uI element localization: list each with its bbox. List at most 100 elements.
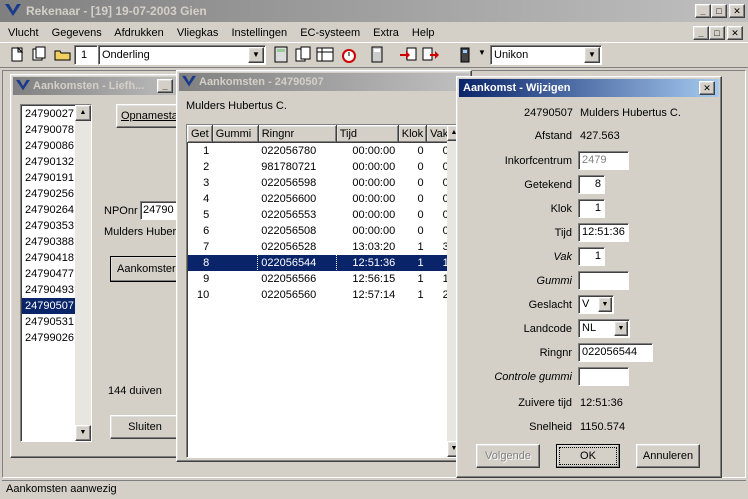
list-item[interactable]: 24790388 xyxy=(22,234,76,250)
scroll-up-icon[interactable]: ▲ xyxy=(75,105,91,121)
calculator2-icon[interactable] xyxy=(366,44,388,66)
table-row[interactable]: 1 022056780 00:00:00 0 0 xyxy=(188,143,452,159)
chevron-down-icon[interactable]: ▼ xyxy=(614,321,628,336)
klok-field[interactable]: 1 xyxy=(578,199,605,218)
device-combo[interactable]: Unikon ▼ xyxy=(490,45,602,65)
count-field[interactable]: 1 xyxy=(74,45,98,65)
list-item[interactable]: 24790264 xyxy=(22,202,76,218)
table-row[interactable]: 4 022056600 00:00:00 0 0 xyxy=(188,191,452,207)
menu-vlucht[interactable]: Vlucht xyxy=(8,27,39,39)
controle-gummi-field[interactable] xyxy=(578,367,629,386)
import-icon[interactable] xyxy=(398,44,420,66)
table-row[interactable]: 10 022056560 12:57:14 1 2 xyxy=(188,287,452,303)
ringnr-field[interactable]: 022056544 xyxy=(578,343,653,362)
annuleren-button[interactable]: Annuleren xyxy=(636,444,700,468)
column-header[interactable]: Get xyxy=(187,125,213,143)
opnamestaat-button[interactable]: Opnamesta xyxy=(116,104,180,128)
getekend-field[interactable]: 8 xyxy=(578,175,605,194)
column-header[interactable]: Gummi xyxy=(211,125,259,143)
mdi-close-button[interactable]: ✕ xyxy=(727,26,743,40)
loft-number-list[interactable]: 24790027 24790078 24790086 24790132 24790191… xyxy=(20,104,92,442)
arrivals-list-minimize-button[interactable]: _ xyxy=(157,79,173,93)
chevron-down-icon[interactable]: ▼ xyxy=(584,47,600,63)
table-cell: 0 xyxy=(417,208,424,221)
menu-help[interactable]: Help xyxy=(412,27,435,39)
table-row[interactable]: 7 022056528 13:03:20 1 3 xyxy=(188,239,452,255)
afstand-label: Afstand xyxy=(534,130,572,142)
klok-label: Klok xyxy=(550,203,572,215)
volgende-button[interactable]: Volgende xyxy=(476,444,540,468)
mode-combo[interactable]: Onderling ▼ xyxy=(98,45,266,65)
sluiten-button[interactable]: Sluiten xyxy=(110,415,180,439)
list-item[interactable]: 24790078 xyxy=(22,122,76,138)
device-dropdown-icon[interactable]: ▼ xyxy=(478,48,486,57)
table-cell: 00:00:00 xyxy=(352,224,396,237)
list-item[interactable]: 24799026 xyxy=(22,330,76,346)
table-cell: 6 xyxy=(203,224,210,237)
table-cell: 12:51:36 xyxy=(352,256,396,269)
tijd-field[interactable]: 12:51:36 xyxy=(578,223,629,242)
list-item[interactable]: 24790493 xyxy=(22,282,76,298)
menu-ec-systeem[interactable]: EC-systeem xyxy=(300,27,360,39)
list-icon[interactable] xyxy=(314,44,336,66)
list-item[interactable]: 24790531 xyxy=(22,314,76,330)
table-cell: 022056566 xyxy=(261,272,317,285)
aankomsten-button[interactable]: Aankomster xyxy=(110,256,180,282)
app-maximize-button[interactable]: □ xyxy=(711,4,727,18)
chevron-down-icon[interactable]: ▼ xyxy=(598,297,612,312)
app-minimize-button[interactable]: _ xyxy=(695,4,711,18)
geslacht-select[interactable]: V ▼ xyxy=(578,295,614,314)
list-item[interactable]: 24790353 xyxy=(22,218,76,234)
export-icon[interactable] xyxy=(420,44,442,66)
list-item[interactable]: 24790477 xyxy=(22,266,76,282)
mdi-minimize-button[interactable]: _ xyxy=(693,26,709,40)
inkorf-field[interactable]: 2479 xyxy=(578,151,629,170)
column-header[interactable]: Ringnr xyxy=(257,125,337,143)
scroll-down-icon[interactable]: ▼ xyxy=(75,425,91,441)
gummi-field[interactable] xyxy=(578,271,629,290)
calculator-icon[interactable] xyxy=(270,44,292,66)
list-item[interactable]: 24790191 xyxy=(22,170,76,186)
dialog-close-button[interactable]: ✕ xyxy=(699,81,715,95)
geslacht-label: Geslacht xyxy=(528,299,572,311)
list-item[interactable]: 24790507 xyxy=(22,298,76,314)
arrivals-grid[interactable]: Get Gummi Ringnr Tijd Klok Vak 1 022056780 00:0… xyxy=(186,124,462,458)
documents-icon[interactable] xyxy=(292,44,314,66)
app-close-button[interactable]: ✕ xyxy=(729,4,745,18)
table-row[interactable]: 6 022056508 00:00:00 0 0 xyxy=(188,223,452,239)
table-cell: 1 xyxy=(417,272,424,285)
list-item[interactable]: 24790132 xyxy=(22,154,76,170)
list-scrollbar[interactable]: ▲ ▼ xyxy=(75,105,91,441)
menu-afdrukken[interactable]: Afdrukken xyxy=(114,27,164,39)
vak-field[interactable]: 1 xyxy=(578,247,605,266)
table-row[interactable]: 3 022056598 00:00:00 0 0 xyxy=(188,175,452,191)
menu-vliegkas[interactable]: Vliegkas xyxy=(177,27,219,39)
snelheid-value: 1150.574 xyxy=(580,421,626,433)
table-row[interactable]: 5 022056553 00:00:00 0 0 xyxy=(188,207,452,223)
open-folder-icon[interactable] xyxy=(52,44,74,66)
table-cell: 13:03:20 xyxy=(352,240,396,253)
list-item[interactable]: 24790086 xyxy=(22,138,76,154)
menu-extra[interactable]: Extra xyxy=(373,27,399,39)
column-header[interactable]: Tijd xyxy=(335,125,399,143)
npo-field[interactable]: 24790 xyxy=(140,201,180,220)
table-cell xyxy=(212,191,258,207)
gummi-label: Gummi xyxy=(536,275,572,287)
menu-instellingen[interactable]: Instellingen xyxy=(231,27,287,39)
column-header[interactable]: Klok xyxy=(397,125,428,143)
chevron-down-icon[interactable]: ▼ xyxy=(248,47,264,63)
list-item[interactable]: 24790256 xyxy=(22,186,76,202)
list-item[interactable]: 24790027 xyxy=(22,106,76,122)
table-row[interactable]: 9 022056566 12:56:15 1 1 xyxy=(188,271,452,287)
ok-button[interactable]: OK xyxy=(556,444,620,468)
mdi-maximize-button[interactable]: □ xyxy=(709,26,725,40)
alarm-clock-icon[interactable] xyxy=(338,44,360,66)
device-icon[interactable] xyxy=(454,44,476,66)
new-file-icon[interactable] xyxy=(6,44,28,66)
copy-file-icon[interactable] xyxy=(28,44,50,66)
menu-gegevens[interactable]: Gegevens xyxy=(52,27,102,39)
table-row[interactable]: 2 981780721 00:00:00 0 0 xyxy=(188,159,452,175)
table-row[interactable]: 8 022056544 12:51:36 1 1 xyxy=(187,253,452,272)
list-item[interactable]: 24790418 xyxy=(22,250,76,266)
landcode-select[interactable]: NL ▼ xyxy=(578,319,630,338)
